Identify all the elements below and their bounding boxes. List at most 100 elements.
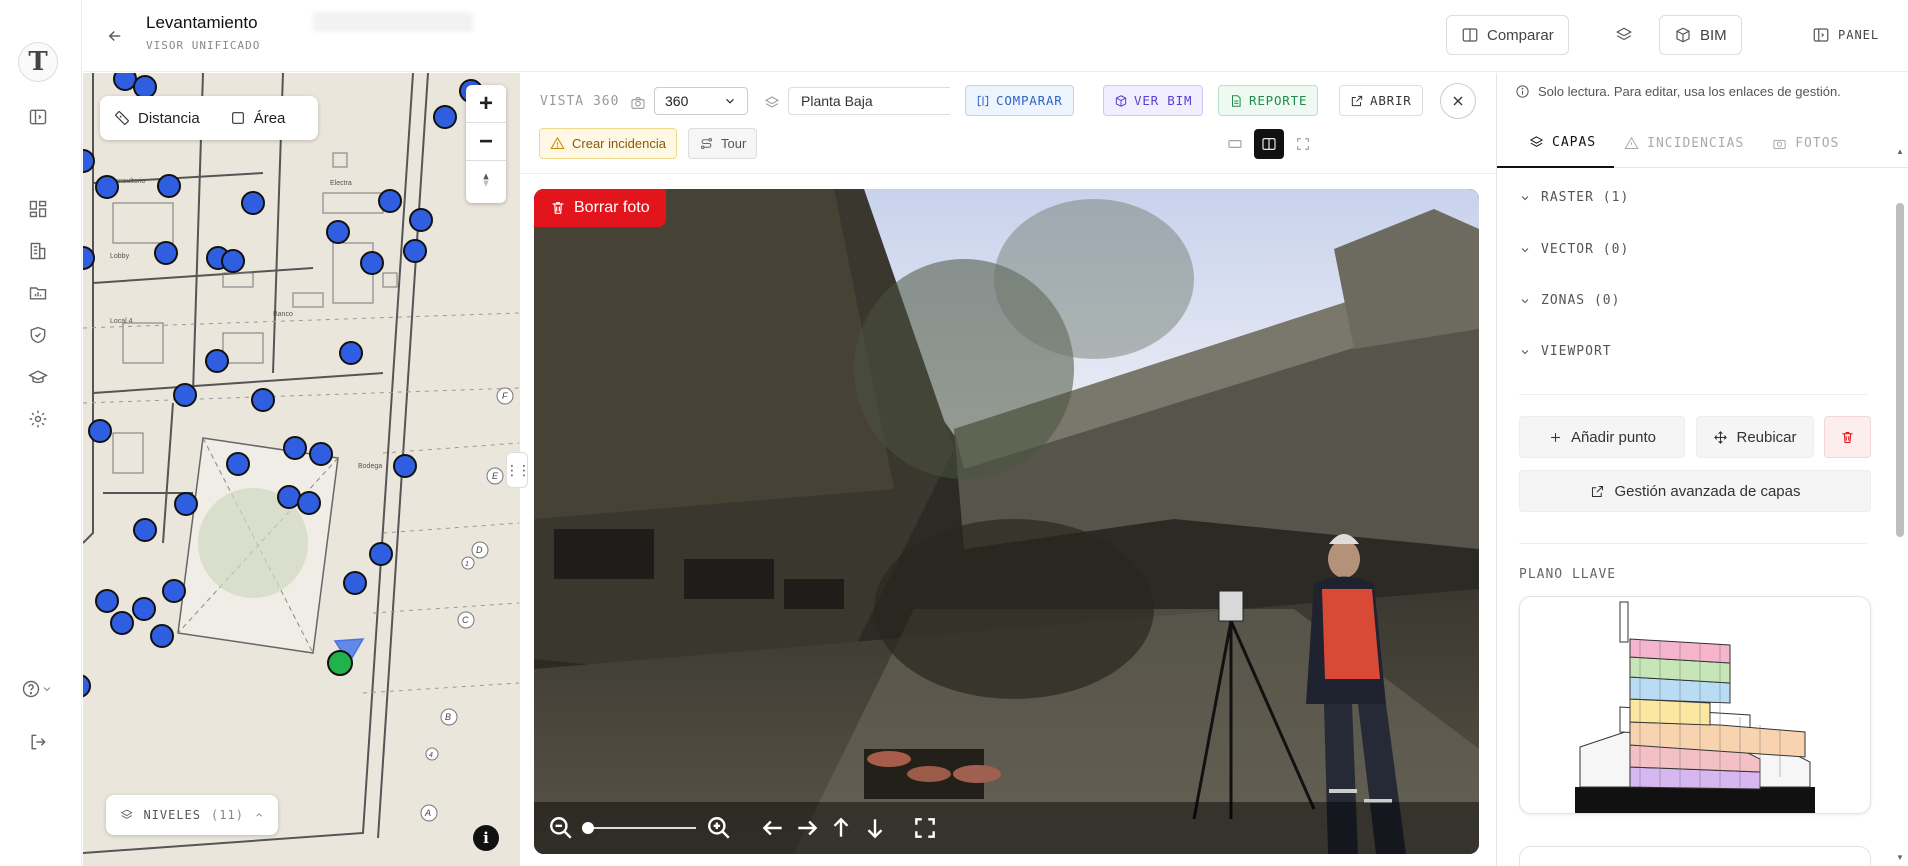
delete-point-button[interactable] <box>1824 416 1871 458</box>
route-icon <box>700 137 713 150</box>
shield-check-icon[interactable] <box>27 324 49 346</box>
room-label: Bodega <box>358 463 382 470</box>
columns-icon <box>1262 138 1276 150</box>
building-icon[interactable] <box>27 240 49 262</box>
layers-icon <box>1529 135 1544 147</box>
slider-knob[interactable] <box>582 822 594 834</box>
camera-icon <box>1773 139 1786 149</box>
scroll-down-arrow[interactable]: ▼ <box>1895 853 1905 863</box>
help-icon <box>22 680 40 698</box>
add-point-button[interactable]: Añadir punto <box>1519 416 1685 458</box>
pano-left-button[interactable] <box>756 811 790 845</box>
report-button[interactable]: REPORTE <box>1218 85 1319 116</box>
arrow-right-icon <box>798 820 818 836</box>
tab-capas[interactable]: CAPAS <box>1497 118 1615 168</box>
layout-split-button[interactable] <box>1254 129 1284 159</box>
section-vector[interactable]: VECTOR (0) <box>1519 242 1629 257</box>
close-viewer-button[interactable] <box>1440 83 1476 119</box>
pano-fullscreen-button[interactable] <box>908 811 942 845</box>
section-zonas[interactable]: ZONAS (0) <box>1519 293 1620 308</box>
view-mode-select[interactable]: 360 <box>654 87 748 115</box>
map-zoom-controls: + − <box>466 85 506 203</box>
external-link-icon <box>1351 95 1363 106</box>
delete-photo-button[interactable]: Borrar foto <box>534 189 666 227</box>
room-label: Electra <box>330 180 352 187</box>
relocate-button[interactable]: Reubicar <box>1696 416 1814 458</box>
advanced-layers-button[interactable]: Gestión avanzada de capas <box>1519 470 1871 512</box>
square-icon <box>231 112 244 124</box>
help-menu[interactable] <box>15 678 59 700</box>
pano-up-button[interactable] <box>824 811 858 845</box>
plus-icon <box>1551 432 1560 442</box>
tab-incidencias[interactable]: INCIDENCIAS <box>1614 118 1758 168</box>
key-plan-label: PLANO LLAVE <box>1519 567 1617 582</box>
create-incident-button[interactable]: Crear incidencia <box>539 128 677 159</box>
split-icon <box>977 95 989 106</box>
panorama-controls <box>534 802 1479 854</box>
bim-button[interactable]: BIM <box>1659 15 1742 55</box>
panel-button[interactable]: PANEL <box>1798 15 1894 55</box>
open-external-button[interactable]: ABRIR <box>1339 85 1423 116</box>
compass-button[interactable] <box>466 161 506 199</box>
dashboard-icon[interactable] <box>27 198 49 220</box>
section-divider <box>1519 543 1867 544</box>
layers-button[interactable] <box>1601 15 1647 55</box>
folder-chart-icon[interactable] <box>27 282 49 304</box>
info-icon <box>1516 85 1529 98</box>
view-bim-button[interactable]: VER BIM <box>1103 85 1204 116</box>
section-raster[interactable]: RASTER (1) <box>1519 190 1629 205</box>
section-viewport[interactable]: VIEWPORT <box>1519 344 1612 359</box>
layout-single-button[interactable] <box>1220 129 1250 159</box>
left-rail: T <box>0 0 82 866</box>
zoom-in-button[interactable]: + <box>466 85 506 123</box>
scroll-up-arrow[interactable]: ▲ <box>1895 147 1905 157</box>
compass-icon <box>483 173 489 187</box>
panel-toggle-icon[interactable] <box>27 106 49 128</box>
pano-zoom-in-button[interactable] <box>702 811 736 845</box>
external-link-icon <box>1591 485 1603 497</box>
app-root: T Levantamiento VISOR UNIFICADO Comparar… <box>0 0 1908 866</box>
back-button[interactable] <box>103 24 127 48</box>
current-point-marker[interactable] <box>327 650 353 676</box>
levels-selector[interactable]: NIVELES (11) <box>106 795 278 835</box>
key-plan-card[interactable] <box>1519 596 1871 814</box>
layout-fullscreen-button[interactable] <box>1288 129 1318 159</box>
tour-button[interactable]: Tour <box>688 128 758 159</box>
graduation-cap-icon[interactable] <box>27 366 49 388</box>
floor-select[interactable]: Planta Baja <box>788 87 950 115</box>
pano-down-button[interactable] <box>858 811 892 845</box>
split-resize-handle[interactable]: ⋮⋮ <box>505 452 531 488</box>
zoom-out-button[interactable]: − <box>466 123 506 161</box>
app-logo[interactable]: T <box>18 42 58 82</box>
view-mode-label: VISTA 360 <box>540 94 620 109</box>
panorama-image[interactable]: Borrar foto <box>534 189 1479 854</box>
page-subtitle: VISOR UNIFICADO <box>146 39 261 52</box>
settings-icon[interactable] <box>27 408 49 430</box>
right-panel-scrollbar[interactable] <box>1896 203 1904 537</box>
compare-button[interactable]: Comparar <box>1446 15 1569 55</box>
area-tool[interactable]: Área <box>230 110 285 127</box>
right-panel: Solo lectura. Para editar, usa los enlac… <box>1496 73 1908 866</box>
top-header: Levantamiento VISOR UNIFICADO Comparar B… <box>83 0 1908 72</box>
key-plan-card-next[interactable] <box>1519 846 1871 866</box>
section-divider <box>1519 394 1867 395</box>
room-label: Local 4 <box>110 318 133 325</box>
pano-zoom-slider[interactable] <box>582 822 696 834</box>
compare-view-button[interactable]: COMPARAR <box>965 85 1074 116</box>
logout-icon[interactable] <box>27 731 49 753</box>
cube-icon <box>1115 94 1127 107</box>
zoom-in-icon <box>708 817 730 839</box>
expand-icon <box>1297 138 1309 150</box>
ruler-icon <box>115 111 129 125</box>
distance-tool[interactable]: Distancia <box>114 110 200 127</box>
trash-icon <box>552 202 564 214</box>
grid-label: 1 <box>465 561 469 568</box>
pano-right-button[interactable] <box>790 811 824 845</box>
grid-label: C <box>462 615 469 625</box>
floor-plan-drawing: Consultorio Lobby Local 4 Banco Electra … <box>83 73 519 866</box>
map-info-button[interactable]: i <box>473 825 499 851</box>
pano-zoom-out-button[interactable] <box>544 811 578 845</box>
tab-fotos[interactable]: FOTOS <box>1758 118 1853 168</box>
floor-plan-map[interactable]: Consultorio Lobby Local 4 Banco Electra … <box>83 73 519 866</box>
layers-icon <box>1616 27 1632 41</box>
